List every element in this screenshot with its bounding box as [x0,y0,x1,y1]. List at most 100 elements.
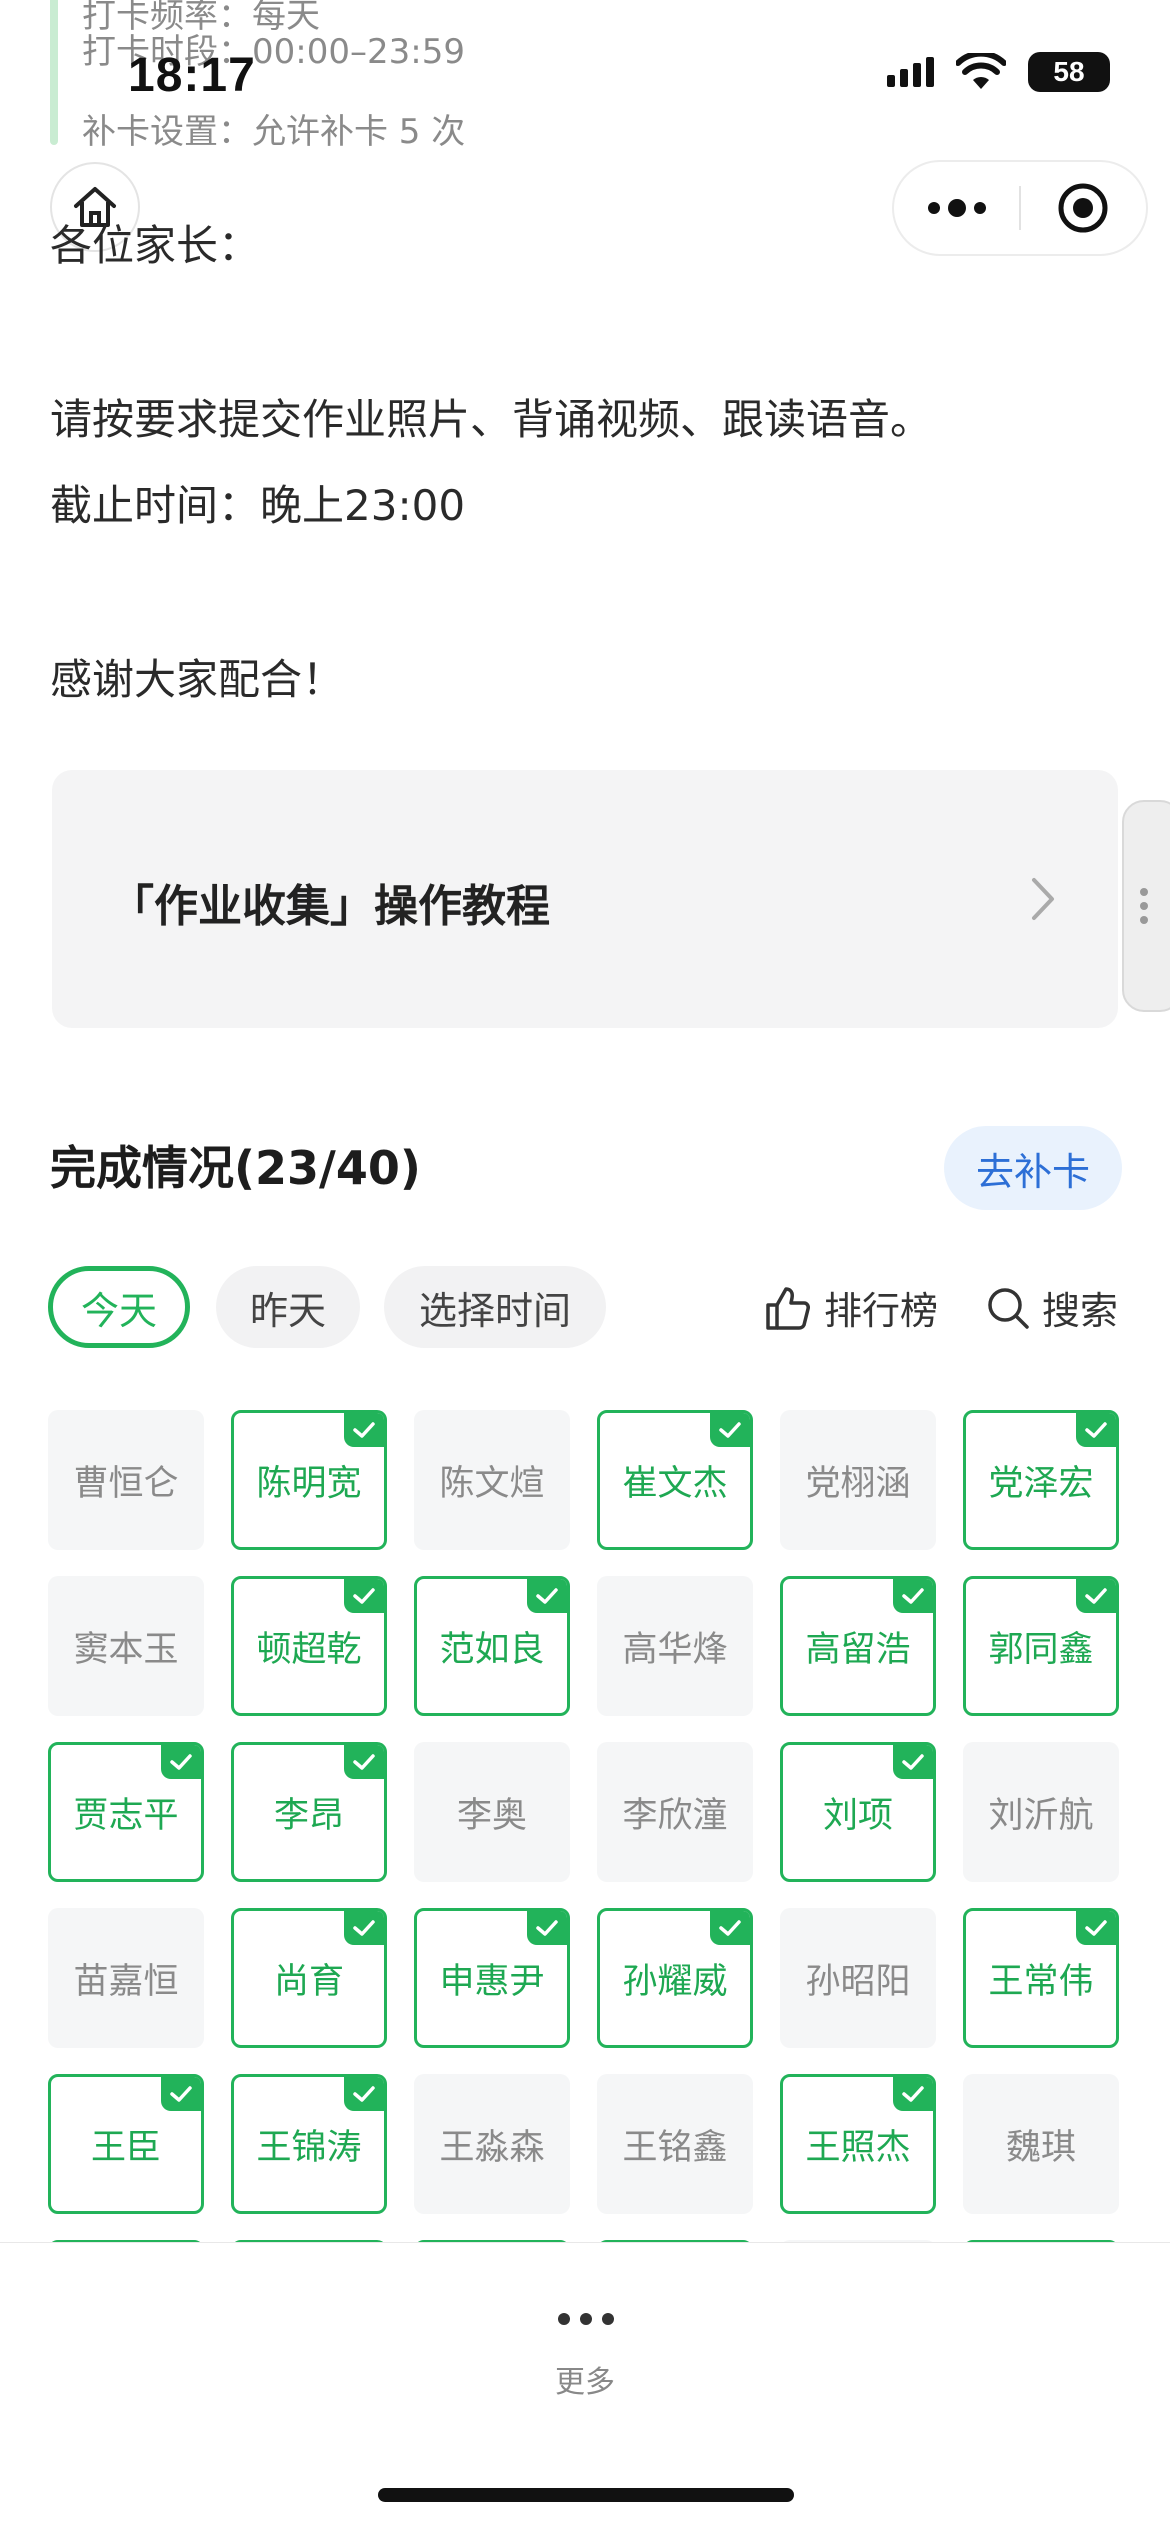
student-cell[interactable]: 党栩涵 [780,1410,936,1550]
checkmark-icon [1076,1413,1116,1447]
student-cell[interactable]: 王铭鑫 [597,2074,753,2214]
cellular-signal-icon [887,57,934,87]
student-cell[interactable]: 崔文杰 [597,1410,753,1550]
student-name: 郭同鑫 [988,1629,1094,1670]
student-cell[interactable]: 曹恒仑 [48,1410,204,1550]
makeup-setting: 补卡设置：允许补卡 5 次 [82,112,466,152]
filter-today[interactable]: 今天 [48,1266,190,1348]
student-cell[interactable]: 魏琪 [963,2074,1119,2214]
student-cell[interactable]: 党泽宏 [963,1410,1119,1550]
student-cell[interactable]: 李奥 [414,1742,570,1882]
search-button[interactable]: 搜索 [986,1280,1118,1335]
student-cell[interactable]: 刘沂航 [963,1742,1119,1882]
student-cell[interactable]: 高华烽 [597,1576,753,1716]
tutorial-title: 「作业收集」操作教程 [110,881,550,932]
more-dots-icon [927,199,986,217]
student-name: 党栩涵 [805,1463,911,1504]
checkmark-icon [344,1911,384,1945]
student-name: 曹恒仑 [73,1463,179,1504]
student-name: 崔文杰 [622,1463,728,1504]
more-menu-button[interactable] [894,162,1019,254]
checkmark-icon [893,1745,933,1779]
student-cell[interactable]: 王常伟 [963,1908,1119,2048]
ranking-label: 排行榜 [824,1289,939,1333]
info-accent-bar [50,0,58,145]
checkmark-icon [527,1911,567,1945]
deadline-text: 截止时间：晚上23:00 [50,481,466,530]
student-name: 李欣潼 [622,1795,728,1836]
status-icons: 58 [887,52,1110,92]
student-name: 王照杰 [805,2127,911,2168]
thanks-text: 感谢大家配合！ [50,655,345,704]
filter-yesterday[interactable]: 昨天 [216,1266,360,1348]
student-name: 高华烽 [622,1629,728,1670]
search-icon [988,1287,1029,1329]
handle-dot-icon [1140,916,1148,924]
tutorial-card[interactable]: 「作业收集」操作教程 [52,770,1118,1028]
checkmark-icon [710,1911,750,1945]
status-time: 18:17 [128,49,256,102]
student-cell[interactable]: 贾志平 [48,1742,204,1882]
student-cell[interactable]: 孙耀威 [597,1908,753,2048]
student-name: 刘项 [822,1795,893,1836]
checkmark-icon [161,2077,201,2111]
student-cell[interactable]: 刘项 [780,1742,936,1882]
student-name: 王臣 [90,2127,161,2168]
student-cell[interactable]: 范如良 [414,1576,570,1716]
filter-choose-time[interactable]: 选择时间 [384,1266,606,1348]
battery-icon: 58 [1028,52,1110,92]
student-cell[interactable]: 王锦涛 [231,2074,387,2214]
checkmark-icon [893,1579,933,1613]
more-label[interactable]: 更多 [0,2357,1170,2401]
handle-dot-icon [1140,888,1148,896]
student-cell[interactable]: 王淼森 [414,2074,570,2214]
student-name: 刘沂航 [988,1795,1094,1836]
student-cell[interactable]: 孙昭阳 [780,1908,936,2048]
greeting-text: 各位家长： [50,221,261,270]
miniprogram-capsule [892,160,1148,256]
student-name: 王淼森 [439,2127,545,2168]
student-cell[interactable]: 苗嘉恒 [48,1908,204,2048]
checkmark-icon [344,2077,384,2111]
search-label: 搜索 [1042,1289,1119,1333]
instruction-text: 请按要求提交作业照片、背诵视频、跟读语音。 [50,395,933,444]
student-cell[interactable]: 尚育 [231,1908,387,2048]
checkmark-icon [161,1745,201,1779]
checkmark-icon [893,2077,933,2111]
ranking-button[interactable]: 排行榜 [764,1280,938,1335]
student-name: 高留浩 [805,1629,911,1670]
makeup-checkin-button[interactable]: 去补卡 [944,1126,1122,1210]
handle-dot-icon [1140,902,1148,910]
student-name: 贾志平 [73,1795,179,1836]
side-drawer-handle[interactable] [1122,800,1170,1012]
student-cell[interactable]: 李欣潼 [597,1742,753,1882]
student-cell[interactable]: 申惠尹 [414,1908,570,2048]
target-icon [1058,183,1108,233]
student-name: 苗嘉恒 [73,1961,179,2002]
checkmark-icon [1076,1579,1116,1613]
student-name: 窦本玉 [73,1629,179,1670]
student-cell[interactable]: 王照杰 [780,2074,936,2214]
student-name: 陈文煊 [439,1463,545,1504]
student-cell[interactable]: 王臣 [48,2074,204,2214]
student-name: 党泽宏 [988,1463,1094,1504]
checkmark-icon [1076,1911,1116,1945]
chevron-right-icon [1032,878,1054,920]
student-name: 陈明宽 [256,1463,362,1504]
student-cell[interactable]: 陈文煊 [414,1410,570,1550]
checkmark-icon [527,1579,567,1613]
student-cell[interactable]: 顿超乾 [231,1576,387,1716]
more-icon[interactable] [558,2313,614,2325]
student-name: 申惠尹 [439,1961,545,2002]
close-miniprogram-button[interactable] [1021,162,1146,254]
student-name: 王常伟 [988,1961,1094,2002]
thumbs-up-icon [766,1286,810,1330]
student-cell[interactable]: 窦本玉 [48,1576,204,1716]
completion-title: 完成情况(23/40) [50,1141,421,1195]
student-name: 魏琪 [1005,2127,1076,2168]
student-cell[interactable]: 高留浩 [780,1576,936,1716]
student-name: 顿超乾 [256,1629,362,1670]
student-cell[interactable]: 李昂 [231,1742,387,1882]
student-cell[interactable]: 郭同鑫 [963,1576,1119,1716]
student-cell[interactable]: 陈明宽 [231,1410,387,1550]
